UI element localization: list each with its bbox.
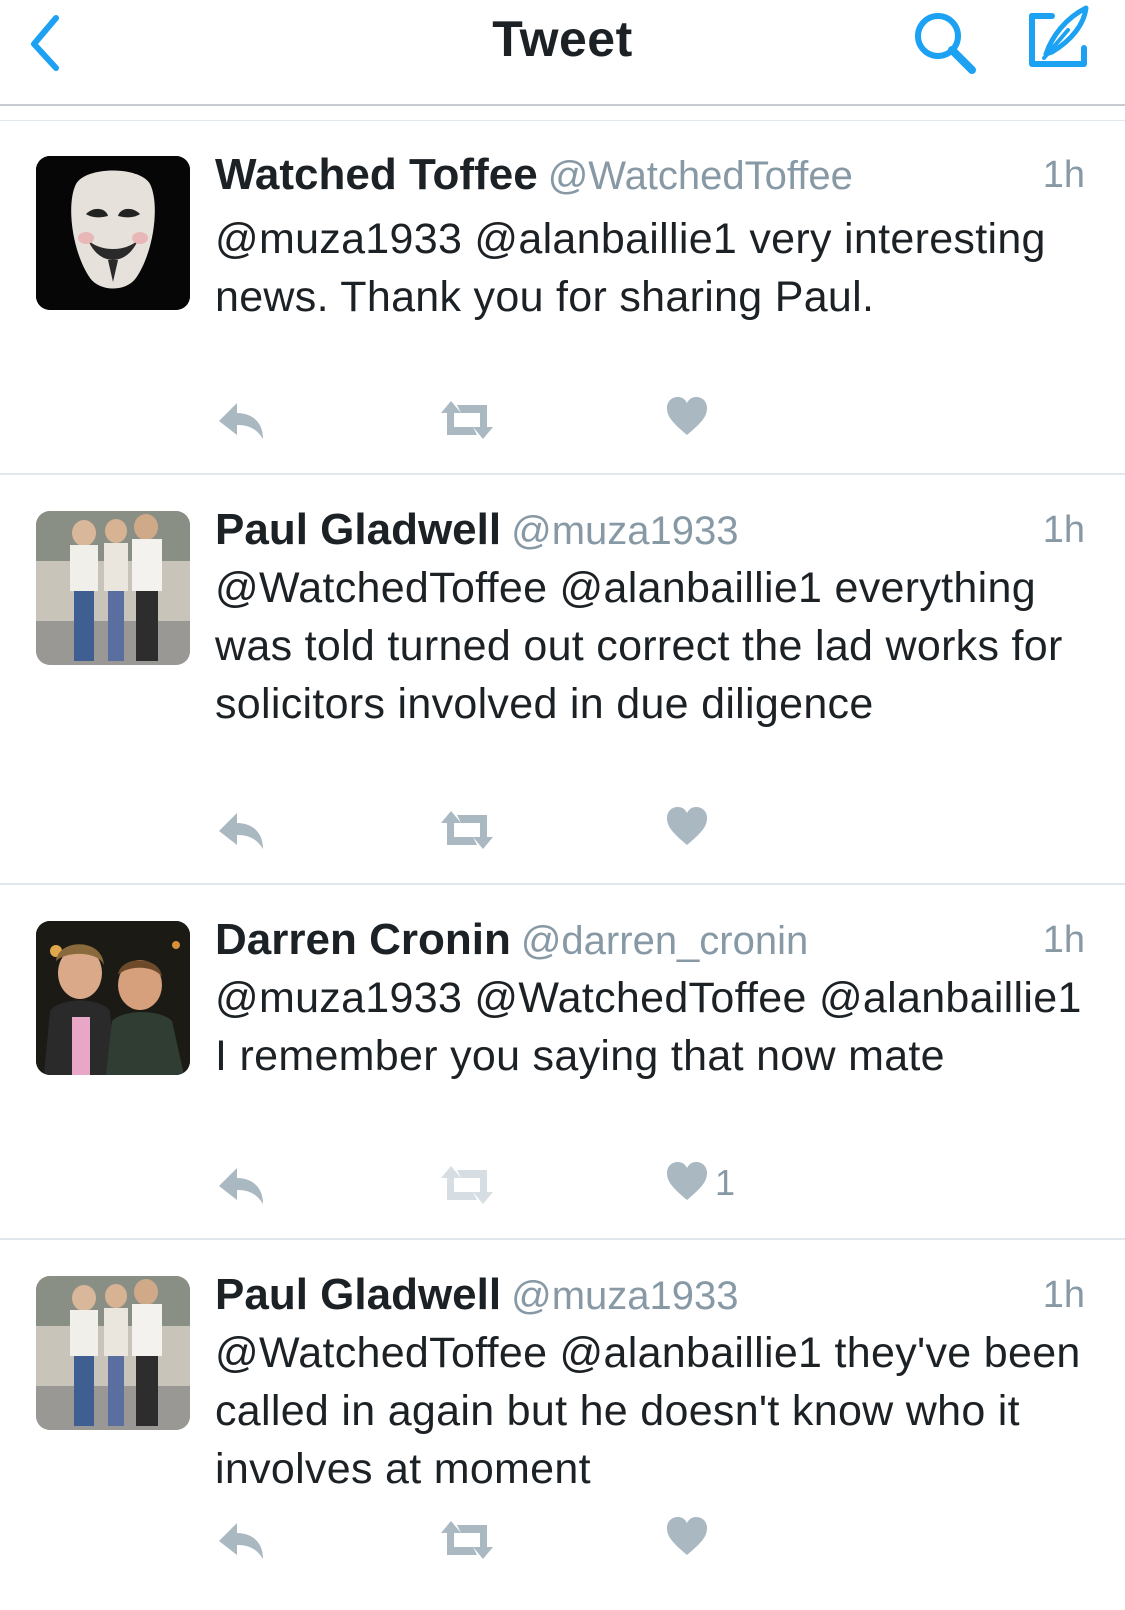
tweet-item[interactable]: Paul Gladwell @muza1933 1h @WatchedToffee…	[0, 1240, 1125, 1610]
heart-icon[interactable]	[665, 1515, 709, 1565]
tweet-actions	[215, 395, 815, 455]
tweet-header: Paul Gladwell @muza1933 1h	[215, 505, 1085, 565]
tweet-header: Darren Cronin @darren_cronin 1h	[215, 915, 1085, 975]
display-name[interactable]: Watched Toffee	[215, 150, 538, 199]
timestamp: 1h	[1042, 154, 1085, 196]
tweet-item[interactable]: Darren Cronin @darren_cronin 1h @muza1933…	[0, 885, 1125, 1240]
display-name[interactable]: Paul Gladwell	[215, 505, 501, 554]
heart-icon[interactable]	[665, 805, 709, 855]
tweet-item[interactable]: Watched Toffee @WatchedToffee 1h @muza193…	[0, 120, 1125, 475]
display-name[interactable]: Paul Gladwell	[215, 1270, 501, 1319]
tweet-actions: 1	[215, 1160, 815, 1220]
like-count: 1	[715, 1162, 736, 1203]
tweet-actions	[215, 1515, 815, 1575]
tweet-text: @muza1933 @alanbaillie1 very interesting…	[215, 215, 1046, 321]
search-icon[interactable]	[912, 10, 978, 76]
reply-icon[interactable]	[215, 805, 267, 855]
retweet-icon[interactable]	[437, 395, 497, 445]
user-handle[interactable]: @muza1933	[511, 509, 738, 553]
compose-icon[interactable]	[1022, 2, 1094, 74]
tweet-item[interactable]: Paul Gladwell @muza1933 1h @WatchedToffee…	[0, 475, 1125, 885]
navigation-bar: Tweet	[0, 0, 1125, 106]
retweet-icon[interactable]	[437, 805, 497, 855]
user-handle[interactable]: @darren_cronin	[521, 919, 808, 963]
avatar[interactable]	[36, 511, 190, 665]
tweet-header: Paul Gladwell @muza1933 1h	[215, 1270, 1085, 1330]
reply-icon[interactable]	[215, 395, 267, 445]
timestamp: 1h	[1042, 919, 1085, 961]
tweet-text: @muza1933 @WatchedToffee @alanbaillie1 I…	[215, 974, 1082, 1080]
retweet-icon[interactable]	[437, 1515, 497, 1565]
user-handle[interactable]: @WatchedToffee	[548, 154, 853, 198]
avatar[interactable]	[36, 921, 190, 1075]
tweet-text: @WatchedToffee @alanbaillie1 everything …	[215, 564, 1063, 728]
avatar[interactable]	[36, 1276, 190, 1430]
heart-icon[interactable]	[665, 395, 709, 445]
tweet-header: Watched Toffee @WatchedToffee 1h	[215, 150, 1085, 210]
timestamp: 1h	[1042, 1274, 1085, 1316]
retweet-icon[interactable]	[437, 1160, 497, 1210]
heart-icon[interactable]	[665, 1160, 709, 1210]
tweet-text: @WatchedToffee @alanbaillie1 they've bee…	[215, 1329, 1081, 1493]
tweet-actions	[215, 805, 815, 865]
avatar[interactable]	[36, 156, 190, 310]
display-name[interactable]: Darren Cronin	[215, 915, 511, 964]
reply-icon[interactable]	[215, 1160, 267, 1210]
user-handle[interactable]: @muza1933	[511, 1274, 738, 1318]
reply-icon[interactable]	[215, 1515, 267, 1565]
timestamp: 1h	[1042, 509, 1085, 551]
